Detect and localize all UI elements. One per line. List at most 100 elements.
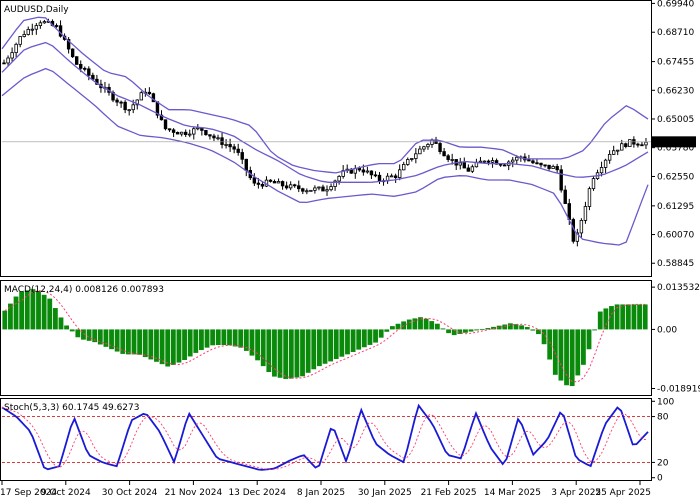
candle-body xyxy=(438,143,442,152)
candle xyxy=(486,159,491,166)
macd-bar xyxy=(288,329,294,379)
macd-bar xyxy=(13,296,19,330)
candle xyxy=(337,175,341,185)
candle xyxy=(139,91,143,101)
price-y-tick-label: 0.58845 xyxy=(657,259,694,269)
candle xyxy=(272,179,277,184)
candle xyxy=(620,139,624,151)
candle xyxy=(155,101,160,119)
candle xyxy=(462,157,466,169)
candle-body xyxy=(175,132,180,135)
candle-body xyxy=(321,186,325,192)
candle xyxy=(381,178,386,186)
chart-canvas: 0.699400.687100.674550.662300.650050.637… xyxy=(0,0,700,498)
candle-body xyxy=(18,36,22,45)
candle xyxy=(288,181,293,191)
candle-body xyxy=(184,131,188,135)
macd-bar xyxy=(378,329,384,338)
candle-body xyxy=(313,187,317,191)
candle xyxy=(268,179,273,183)
candle xyxy=(317,186,321,191)
candle-body xyxy=(240,152,244,160)
candle xyxy=(410,158,414,162)
macd-layer xyxy=(2,289,648,387)
candle-body xyxy=(559,169,563,191)
candle-body xyxy=(115,99,119,103)
candle-body xyxy=(79,64,83,69)
macd-bar xyxy=(305,329,311,373)
macd-bar xyxy=(637,304,642,330)
candle-body xyxy=(309,189,313,192)
candle-body xyxy=(515,156,519,161)
candle xyxy=(579,218,584,238)
candle-body xyxy=(620,143,624,151)
candle-body xyxy=(397,169,402,178)
candle xyxy=(305,188,309,195)
candle xyxy=(446,154,450,163)
candle-body xyxy=(87,68,91,76)
x-tick-label: 30 Oct 2024 xyxy=(102,488,158,498)
candle xyxy=(228,138,232,152)
candle xyxy=(14,42,18,58)
candle-body xyxy=(293,184,297,187)
macd-bar xyxy=(468,329,474,332)
candle-body xyxy=(70,48,75,58)
price-y-tick-label: 0.62550 xyxy=(657,172,694,182)
macd-bar xyxy=(446,329,451,334)
macd-bar xyxy=(592,329,598,331)
macd-bar xyxy=(339,329,345,357)
candle-body xyxy=(268,179,273,182)
candle-body xyxy=(466,167,471,172)
candle-body xyxy=(422,146,426,150)
macd-bar xyxy=(586,329,592,350)
macd-bar xyxy=(176,329,182,363)
candle xyxy=(353,164,357,179)
candle xyxy=(119,100,123,108)
candle xyxy=(373,171,378,178)
candle xyxy=(276,178,281,184)
macd-bar xyxy=(221,329,227,346)
macd-bar xyxy=(356,329,362,350)
candle-body xyxy=(256,182,261,185)
candle-body xyxy=(305,190,309,193)
candle-body xyxy=(369,170,374,176)
candle xyxy=(527,154,531,162)
macd-bar xyxy=(260,329,266,367)
macd-bar xyxy=(575,329,581,376)
price-y-tick-label: 0.60070 xyxy=(657,231,694,241)
macd-bar xyxy=(131,329,137,355)
macd-bar xyxy=(47,298,53,330)
candle xyxy=(333,179,337,191)
candle xyxy=(2,59,6,65)
macd-bar xyxy=(159,329,165,365)
candle-body xyxy=(446,155,450,160)
candle-body xyxy=(402,164,406,171)
candle xyxy=(70,48,75,59)
candle-body xyxy=(6,57,10,64)
macd-bar xyxy=(642,304,648,330)
x-tick-label: 3 Apr 2025 xyxy=(551,488,601,498)
candle-body xyxy=(426,144,430,148)
candle xyxy=(345,164,349,174)
candle xyxy=(167,128,172,132)
x-tick-label: 8 Jan 2025 xyxy=(297,488,345,498)
candle xyxy=(252,173,257,187)
macd-bar xyxy=(199,329,204,351)
candle xyxy=(640,141,644,147)
candle-body xyxy=(511,159,515,163)
candle xyxy=(490,157,495,168)
macd-bar xyxy=(580,329,586,365)
macd-bar xyxy=(423,318,429,330)
macd-bar xyxy=(227,329,232,346)
candle xyxy=(583,201,588,224)
macd-bar xyxy=(316,329,322,367)
candle xyxy=(636,142,640,148)
bollinger-middle-line xyxy=(1,41,649,183)
candle xyxy=(244,158,248,177)
candle xyxy=(127,109,131,116)
candle-body xyxy=(167,128,172,131)
candle xyxy=(422,145,426,152)
candle xyxy=(397,164,402,181)
macd-bar xyxy=(384,329,390,332)
candle xyxy=(466,164,471,172)
